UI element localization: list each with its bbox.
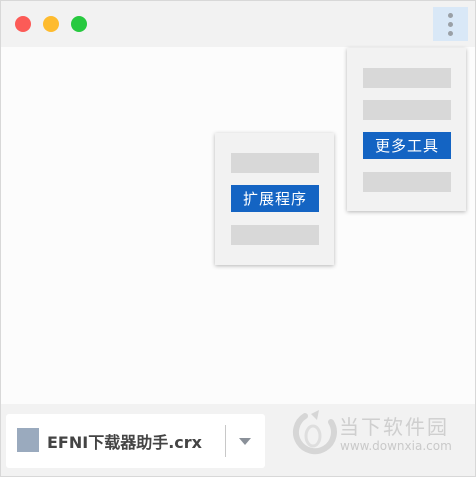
title-bar: [1, 1, 475, 47]
browser-window: 更多工具 扩展程序 EFNI下载器助手.crx 当下软件园 www.downxi…: [0, 0, 476, 477]
file-icon: [17, 428, 39, 452]
download-file-name[interactable]: EFNI下载器助手.crx: [47, 429, 202, 453]
menu-item-placeholder[interactable]: [363, 68, 451, 88]
download-item[interactable]: EFNI下载器助手.crx: [6, 414, 265, 468]
menu-item-placeholder[interactable]: [363, 172, 451, 192]
menu-dot: [448, 12, 453, 18]
menu-dot: [448, 30, 453, 36]
zoom-window-button[interactable]: [71, 16, 87, 32]
menu-item-placeholder[interactable]: [363, 100, 451, 120]
close-window-button[interactable]: [15, 16, 31, 32]
menu-dot: [448, 21, 453, 27]
page-content: 更多工具 扩展程序: [1, 47, 475, 404]
more-vert-icon[interactable]: [433, 7, 468, 41]
submenu-item-extensions[interactable]: 扩展程序: [231, 185, 319, 212]
submenu-item-placeholder[interactable]: [231, 225, 319, 245]
watermark-logo-icon: [293, 410, 337, 455]
menu-item-more-tools[interactable]: 更多工具: [363, 132, 451, 159]
caret-down-icon[interactable]: [239, 438, 251, 445]
more-tools-submenu: 扩展程序: [215, 133, 334, 265]
watermark-name: 当下软件园: [339, 415, 449, 439]
watermark-url: www.downxia.com: [340, 439, 452, 453]
submenu-item-placeholder[interactable]: [231, 153, 319, 173]
divider: [225, 425, 226, 457]
main-menu: 更多工具: [347, 48, 466, 211]
minimize-window-button[interactable]: [43, 16, 59, 32]
